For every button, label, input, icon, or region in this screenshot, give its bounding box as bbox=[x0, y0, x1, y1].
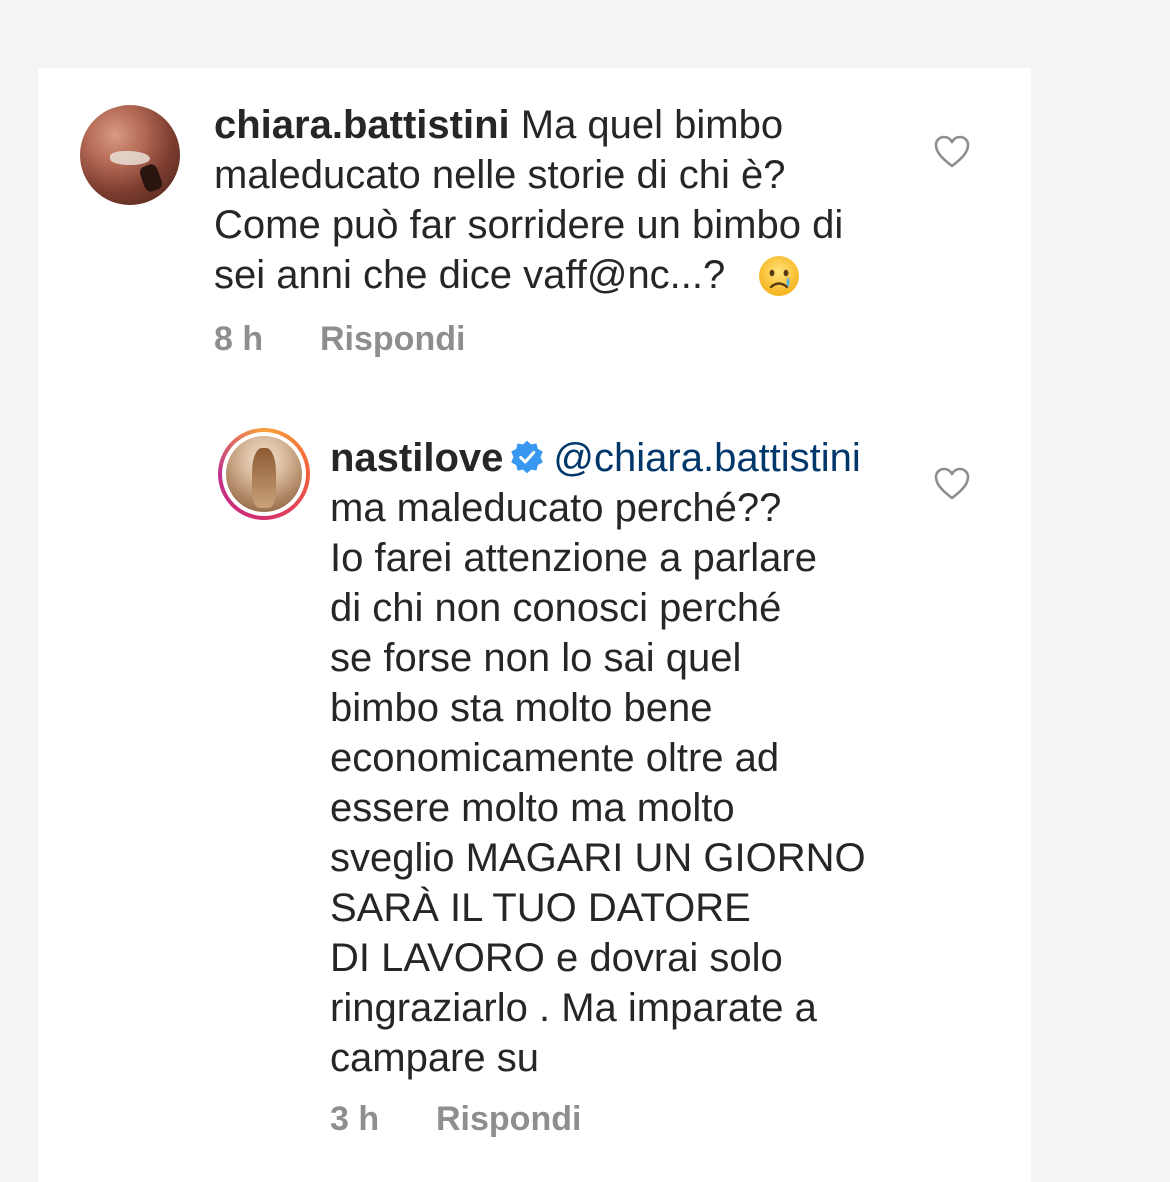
comment-2-time: 3 h bbox=[330, 1100, 380, 1138]
comment-1-line-4: sei anni che dice vaff@nc...? bbox=[214, 253, 726, 297]
avatar-nastilove[interactable] bbox=[218, 428, 310, 520]
comment-1-line-3: Come può far sorridere un bimbo di bbox=[214, 203, 844, 247]
comment-2-line-9: SARÀ IL TUO DATORE bbox=[330, 886, 751, 930]
comment-1-reply-button[interactable]: Rispondi bbox=[320, 320, 465, 359]
comment-2-line-8: sveglio MAGARI UN GIORNO bbox=[330, 836, 866, 880]
avatar-photo-detail bbox=[252, 448, 276, 508]
comment-2-line-6: economicamente oltre ad bbox=[330, 736, 780, 780]
comment-2-line-1: ma maleducato perché?? bbox=[330, 486, 782, 530]
comment-1-line-2: maleducato nelle storie di chi è? bbox=[214, 153, 786, 197]
avatar-photo-detail bbox=[110, 151, 150, 165]
comment-2-line-7: essere molto ma molto bbox=[330, 786, 735, 830]
avatar-chiara-battistini[interactable] bbox=[80, 105, 180, 205]
comment-1-time: 8 h bbox=[214, 320, 264, 358]
avatar-photo bbox=[226, 436, 302, 512]
verified-badge-icon bbox=[511, 440, 544, 474]
comment-2-line-12: campare su bbox=[330, 1036, 539, 1080]
comment-1-line-1: chiara.battistini Ma quel bimbo bbox=[214, 100, 783, 150]
comment-2-line-4: se forse non lo sai quel bbox=[330, 636, 742, 680]
comment-2-line-2: Io farei attenzione a parlare bbox=[330, 536, 817, 580]
comment-2-mention-link[interactable]: @chiara.battistini bbox=[553, 436, 860, 480]
comment-2-line-5: bimbo sta molto bene bbox=[330, 686, 713, 730]
comment-2-username[interactable]: nastilove bbox=[330, 436, 503, 480]
comment-2-line-11: ringraziarlo . Ma imparate a bbox=[330, 986, 817, 1030]
like-heart-icon[interactable] bbox=[934, 467, 970, 501]
like-heart-icon[interactable] bbox=[934, 135, 970, 169]
comment-2-line-header: nastilove @chiara.battistini bbox=[330, 433, 861, 483]
crying-face-icon bbox=[759, 256, 799, 296]
comment-2-reply-button[interactable]: Rispondi bbox=[436, 1100, 581, 1139]
comment-2-line-3: di chi non conosci perché bbox=[330, 586, 782, 630]
avatar-photo-detail bbox=[138, 162, 164, 194]
comment-2-line-10: DI LAVORO e dovrai solo bbox=[330, 936, 783, 980]
comment-1-text: Ma quel bimbo bbox=[520, 103, 784, 147]
comment-1-username[interactable]: chiara.battistini bbox=[214, 103, 510, 147]
